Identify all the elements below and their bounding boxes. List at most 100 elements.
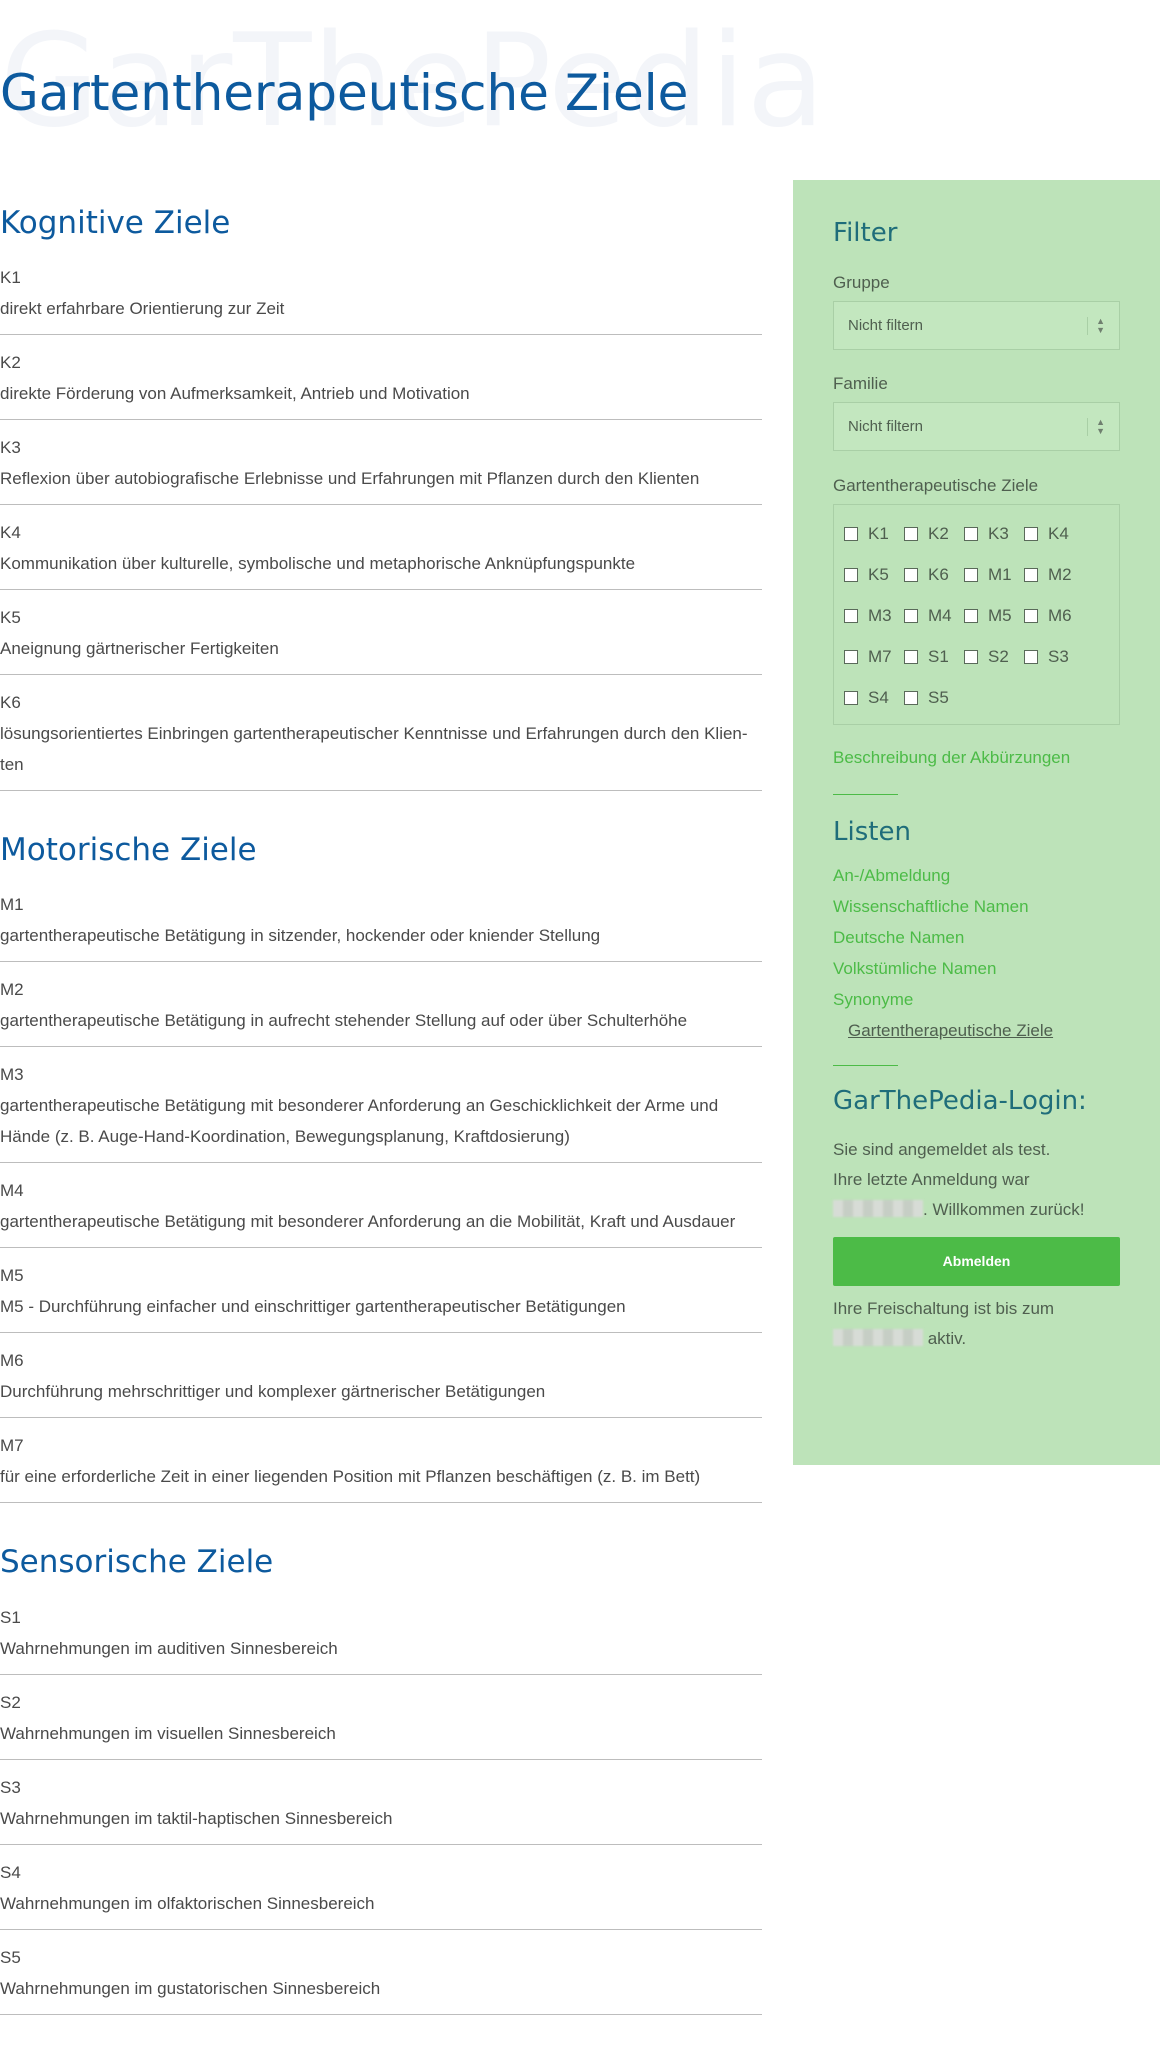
checkbox-icon[interactable]: [964, 608, 978, 623]
checkbox-icon[interactable]: [1024, 567, 1038, 582]
goal-description: gartentherapeutische Betätigung in aufre…: [0, 1011, 688, 1031]
lists-title: Listen: [833, 817, 911, 848]
goal-checkbox-s2[interactable]: S2: [964, 636, 1024, 677]
goal-checkbox-k3[interactable]: K3: [964, 513, 1024, 554]
checkbox-label: K5: [868, 564, 889, 584]
goal-section: Sensorische Ziele S1 Wahrnehmungen im audi…: [0, 1544, 762, 2015]
goal-description: gartentherapeutische Betätigung mit beso…: [0, 1096, 719, 1147]
checkbox-icon[interactable]: [1024, 526, 1038, 541]
checkbox-label: S4: [868, 687, 889, 707]
checkbox-icon[interactable]: [1024, 608, 1038, 623]
goal-checkbox-k1[interactable]: K1: [844, 513, 904, 554]
select-arrows-icon: ▲ ▼: [1087, 316, 1105, 335]
goal-list: K1 direkt erfahrbare Orientierung zur Zei…: [0, 260, 762, 792]
logout-button[interactable]: Abmelden: [833, 1236, 1120, 1286]
goal-code: K2: [0, 353, 21, 373]
goal-checkbox-s1[interactable]: S1: [904, 636, 964, 677]
checkbox-label: M5: [988, 605, 1012, 625]
goal-checkbox-k5[interactable]: K5: [844, 554, 904, 595]
goal-code: K1: [0, 268, 21, 288]
goal-code: M2: [0, 980, 24, 1000]
checkbox-label: S5: [928, 687, 949, 707]
license-text: Ihre Freischaltung ist bis zum: [833, 1298, 1055, 1318]
lists-nav: An-/Abmeldung Wissenschaftliche Namen Deut…: [833, 860, 1120, 1046]
goal-checkbox-s4[interactable]: S4: [844, 677, 904, 718]
goal-item: S1 Wahrnehmungen im auditiven Sinnesberei…: [0, 1600, 762, 1675]
section-title: Motorische Ziele: [0, 832, 257, 869]
checkbox-icon[interactable]: [904, 526, 918, 541]
checkbox-icon[interactable]: [844, 690, 858, 705]
checkbox-label: M6: [1048, 605, 1072, 625]
goal-item: M4 gartentherapeutische Betätigung mit be…: [0, 1173, 762, 1249]
goal-code: M3: [0, 1065, 24, 1085]
goal-item: M5 M5 - Durchführung einfacher und einsch…: [0, 1258, 762, 1334]
goal-item: S4 Wahrnehmungen im olfaktorischen Sinnes…: [0, 1855, 762, 1930]
checkbox-label: M7: [868, 646, 892, 666]
goal-checkbox-k2[interactable]: K2: [904, 513, 964, 554]
goal-checkbox-s5[interactable]: S5: [904, 677, 964, 718]
goal-description: direkt erfahrbare Orientierung zur Zeit: [0, 299, 285, 319]
group-select[interactable]: Nicht filtern ▲ ▼: [833, 301, 1120, 351]
checkbox-label: M4: [928, 605, 952, 625]
goal-item: K1 direkt erfahrbare Orientierung zur Zei…: [0, 260, 762, 336]
checkbox-icon[interactable]: [904, 567, 918, 582]
checkbox-label: K2: [928, 523, 949, 543]
checkbox-icon[interactable]: [964, 649, 978, 664]
list-link[interactable]: An-/Abmeldung: [833, 860, 1120, 891]
license-suffix: aktiv.: [923, 1328, 967, 1348]
checkbox-icon[interactable]: [844, 526, 858, 541]
goal-description: Wahrnehmungen im auditiven Sinnesbereich: [0, 1638, 338, 1658]
goal-code: M1: [0, 895, 24, 915]
goal-checkbox-m5[interactable]: M5: [964, 595, 1024, 636]
abbreviations-link[interactable]: Beschreibung der Akbürzungen: [833, 742, 1120, 773]
list-link[interactable]: Gartentherapeutische Ziele: [833, 1015, 1120, 1046]
family-filter: Familie Nicht filtern ▲ ▼: [833, 372, 1120, 452]
welcome-line: . Willkommen zurück!: [833, 1195, 1120, 1225]
checkbox-label: K4: [1048, 523, 1069, 543]
filter-title: Filter: [833, 218, 898, 248]
goal-item: S5 Wahrnehmungen im gustatorischen Sinnes…: [0, 1940, 762, 2015]
goal-checkbox-m7[interactable]: M7: [844, 636, 904, 677]
goal-description: Wahrnehmungen im gustatorischen Sinnesbe…: [0, 1978, 381, 1998]
goal-checkbox-m4[interactable]: M4: [904, 595, 964, 636]
goal-code: S1: [0, 1607, 21, 1627]
goal-checkbox-m1[interactable]: M1: [964, 554, 1024, 595]
list-link[interactable]: Deutsche Namen: [833, 922, 1120, 953]
goal-checkbox-m2[interactable]: M2: [1024, 554, 1084, 595]
section-title: Sensorische Ziele: [0, 1544, 274, 1581]
checkbox-icon[interactable]: [964, 567, 978, 582]
goal-checkbox-k4[interactable]: K4: [1024, 513, 1084, 554]
checkbox-icon[interactable]: [904, 608, 918, 623]
goal-code: M7: [0, 1436, 24, 1456]
goal-code: K4: [0, 523, 21, 543]
checkbox-icon[interactable]: [964, 526, 978, 541]
list-link[interactable]: Synonyme: [833, 984, 1120, 1015]
checkbox-icon[interactable]: [904, 649, 918, 664]
goal-list: M1 gartentherapeutische Betätigung in sit…: [0, 887, 762, 1504]
checkbox-label: K1: [868, 523, 889, 543]
page-title: Gartentherapeutische Ziele: [0, 64, 689, 122]
license-line: aktiv.: [833, 1324, 1120, 1354]
checkbox-icon[interactable]: [904, 690, 918, 705]
family-select[interactable]: Nicht filtern ▲ ▼: [833, 402, 1120, 452]
goal-code: S4: [0, 1862, 21, 1882]
checkbox-icon[interactable]: [844, 649, 858, 664]
goal-checkbox-m3[interactable]: M3: [844, 595, 904, 636]
goal-code: K5: [0, 608, 21, 628]
group-label: Gruppe: [833, 273, 890, 293]
checkbox-icon[interactable]: [844, 608, 858, 623]
goal-checkbox-k6[interactable]: K6: [904, 554, 964, 595]
goal-checkbox-s3[interactable]: S3: [1024, 636, 1084, 677]
goal-code: K3: [0, 438, 21, 458]
list-link[interactable]: Volkstümliche Namen: [833, 953, 1120, 984]
goal-item: M1 gartentherapeutische Betätigung in sit…: [0, 887, 762, 963]
goal-checkbox-m6[interactable]: M6: [1024, 595, 1084, 636]
login-info: Sie sind angemeldet als test. Ihre letzt…: [833, 1135, 1120, 1225]
checkbox-label: M1: [988, 564, 1012, 584]
checkbox-icon[interactable]: [1024, 649, 1038, 664]
checkbox-icon[interactable]: [844, 567, 858, 582]
goals-checkbox-group: K1 K2 K3 K4 K5 K6 M1 M2 M3 M4 M5 M6 M7 S1 S2 S3 S4 S5: [833, 504, 1120, 726]
goals-content: Kognitive Ziele K1 direkt erfahrbare Orien…: [0, 205, 762, 2056]
list-link[interactable]: Wissenschaftliche Namen: [833, 891, 1120, 922]
goal-description: Wahrnehmungen im taktil-haptischen Sinne…: [0, 1808, 393, 1828]
